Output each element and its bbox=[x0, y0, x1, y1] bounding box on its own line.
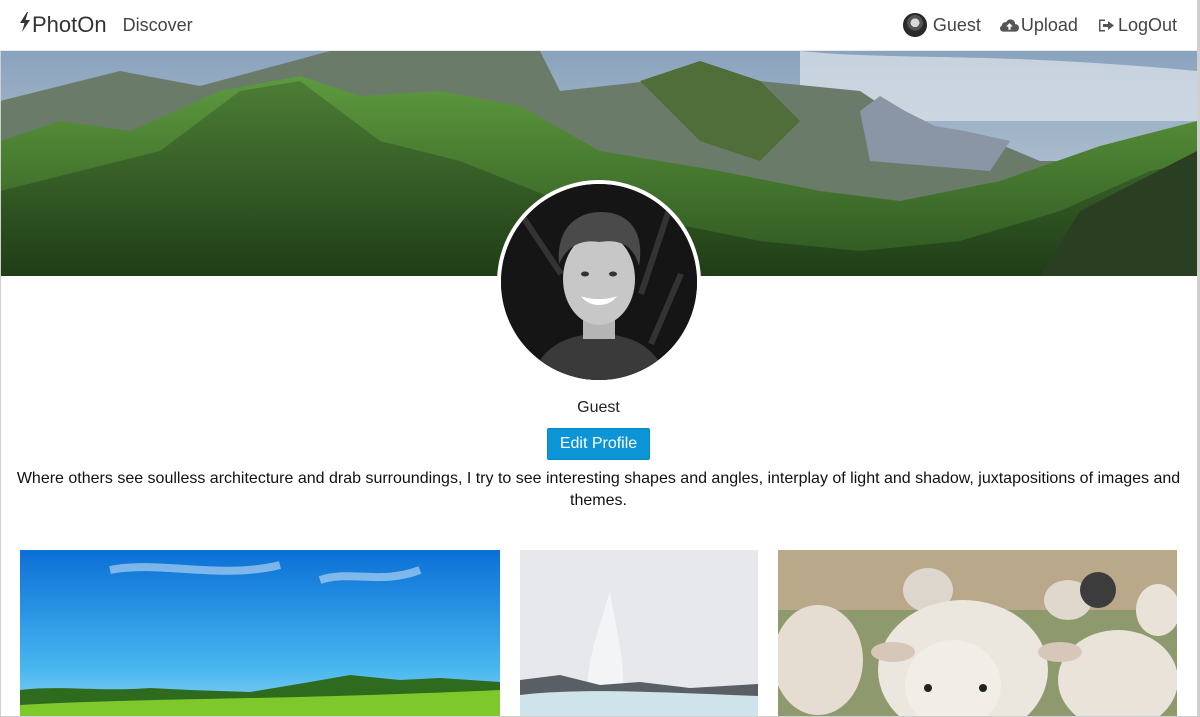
profile-avatar[interactable] bbox=[497, 180, 701, 384]
cloud-upload-icon bbox=[999, 18, 1019, 33]
brand-logo-link[interactable]: PhotOn bbox=[19, 12, 107, 38]
upload-label: Upload bbox=[1020, 14, 1078, 35]
profile-bio: Where others see soulless architecture a… bbox=[16, 470, 1181, 509]
gallery-photo-sheep[interactable] bbox=[778, 550, 1177, 717]
user-avatar bbox=[902, 13, 927, 37]
top-navbar: PhotOn Discover Guest Upload LogOut bbox=[0, 0, 1197, 51]
upload-link[interactable]: Upload bbox=[999, 14, 1078, 36]
user-name-label: Guest bbox=[932, 14, 981, 35]
user-menu-link[interactable]: Guest bbox=[902, 13, 981, 37]
edit-profile-button[interactable]: Edit Profile bbox=[547, 428, 650, 460]
logout-label: LogOut bbox=[1117, 14, 1177, 35]
gallery-photo-meadow[interactable] bbox=[20, 550, 500, 717]
lightning-bolt-icon bbox=[19, 12, 32, 38]
profile-username: Guest bbox=[577, 399, 620, 416]
gallery-photo-geyser[interactable] bbox=[520, 550, 758, 717]
nav-right-group: Guest Upload LogOut bbox=[884, 13, 1177, 37]
logout-link[interactable]: LogOut bbox=[1097, 15, 1177, 36]
geyser-steam-image bbox=[520, 550, 758, 717]
meadow-sky-image bbox=[20, 550, 500, 717]
profile-portrait-image bbox=[501, 184, 697, 380]
brand-name: PhotOn bbox=[32, 12, 107, 37]
discover-link[interactable]: Discover bbox=[123, 15, 193, 36]
sheep-flock-image bbox=[778, 550, 1177, 717]
logout-icon bbox=[1097, 18, 1116, 33]
